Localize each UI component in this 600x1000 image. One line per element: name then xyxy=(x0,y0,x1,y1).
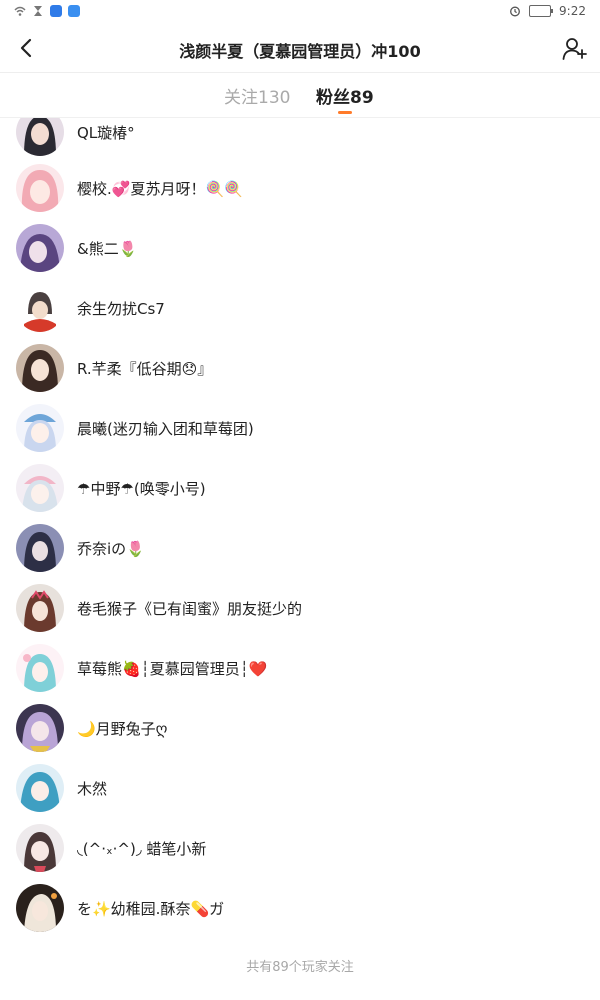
add-user-icon xyxy=(562,38,587,60)
avatar[interactable] xyxy=(16,118,64,156)
fan-name: 余生勿扰Cs7 xyxy=(77,300,165,318)
list-item[interactable]: 晨曦(迷刃输入团和草莓团) xyxy=(0,398,600,458)
page-title: 浅颜半夏（夏慕园管理员）冲100 xyxy=(179,42,421,61)
avatar[interactable] xyxy=(16,404,64,452)
list-item[interactable]: 木然 xyxy=(0,758,600,818)
header: 浅颜半夏（夏慕园管理员）冲100 xyxy=(0,26,600,73)
app-notification-icon xyxy=(50,5,62,17)
fan-name: 乔奈iの🌷 xyxy=(77,540,145,558)
fan-name: 樱校.💞夏苏月呀！🍭🍭 xyxy=(77,180,243,198)
avatar[interactable] xyxy=(16,344,64,392)
list-item[interactable]: 🌙月野兔子ღ xyxy=(0,698,600,758)
active-tab-indicator xyxy=(338,111,352,114)
status-bar: 9:22 xyxy=(0,0,600,26)
avatar[interactable] xyxy=(16,164,64,212)
alarm-icon xyxy=(510,6,520,17)
avatar[interactable] xyxy=(16,704,64,752)
wifi-icon xyxy=(14,6,26,16)
avatar[interactable] xyxy=(16,764,64,812)
list-item[interactable]: 乔奈iの🌷 xyxy=(0,518,600,578)
avatar[interactable] xyxy=(16,884,64,932)
avatar[interactable] xyxy=(16,464,64,512)
list-item[interactable]: R.芊柔『低谷期😞』 xyxy=(0,338,600,398)
list-item[interactable]: 樱校.💞夏苏月呀！🍭🍭 xyxy=(0,158,600,218)
fans-list: QL璇椿° 樱校.💞夏苏月呀！🍭🍭 &熊二🌷 余生勿扰Cs7 R.芊柔『低谷期😞… xyxy=(0,118,600,940)
status-time: 9:22 xyxy=(559,4,586,18)
list-item[interactable]: &熊二🌷 xyxy=(0,218,600,278)
avatar[interactable] xyxy=(16,584,64,632)
avatar[interactable] xyxy=(16,224,64,272)
fan-name: を✨幼稚园.酥奈💊ガ xyxy=(77,900,225,918)
avatar[interactable] xyxy=(16,644,64,692)
status-icons-right: 9:22 xyxy=(509,4,586,18)
fan-name: 🌙月野兔子ღ xyxy=(77,720,168,738)
tab-fans[interactable]: 粉丝89 xyxy=(316,83,374,108)
list-item[interactable]: ☂中野☂(唤零小号) xyxy=(0,458,600,518)
fan-name: ◟(^·ₓ·^)◞ 蜡笔小新 xyxy=(77,840,207,858)
list-item[interactable]: 卷毛猴子《已有闺蜜》朋友挺少的 xyxy=(0,578,600,638)
fan-name: 草莓熊🍓┆夏慕园管理员┆❤️ xyxy=(77,660,268,678)
app-notification-icon xyxy=(68,5,80,17)
fan-name: &熊二🌷 xyxy=(77,240,138,258)
fan-name: 木然 xyxy=(77,780,108,798)
status-icons-left xyxy=(14,5,80,17)
avatar[interactable] xyxy=(16,284,64,332)
fan-name: R.芊柔『低谷期😞』 xyxy=(77,360,213,378)
fan-name: QL璇椿° xyxy=(77,124,135,142)
fan-name: ☂中野☂(唤零小号) xyxy=(77,480,206,498)
list-item[interactable]: ◟(^·ₓ·^)◞ 蜡笔小新 xyxy=(0,818,600,878)
list-item[interactable]: 草莓熊🍓┆夏慕园管理员┆❤️ xyxy=(0,638,600,698)
avatar[interactable] xyxy=(16,524,64,572)
list-item[interactable]: 余生勿扰Cs7 xyxy=(0,278,600,338)
list-item[interactable]: を✨幼稚园.酥奈💊ガ xyxy=(0,878,600,938)
add-friend-button[interactable] xyxy=(560,34,590,64)
fan-name: 晨曦(迷刃输入团和草莓团) xyxy=(77,420,254,438)
tab-following[interactable]: 关注130 xyxy=(224,83,290,108)
avatar[interactable] xyxy=(16,824,64,872)
fan-name: 卷毛猴子《已有闺蜜》朋友挺少的 xyxy=(77,600,303,618)
fans-count-footer: 共有89个玩家关注 xyxy=(246,960,354,975)
back-arrow-icon xyxy=(20,38,32,58)
battery-icon xyxy=(529,5,554,17)
tab-bar: 关注130 粉丝89 xyxy=(0,73,600,118)
back-button[interactable] xyxy=(12,34,40,62)
hourglass-icon xyxy=(34,6,42,16)
